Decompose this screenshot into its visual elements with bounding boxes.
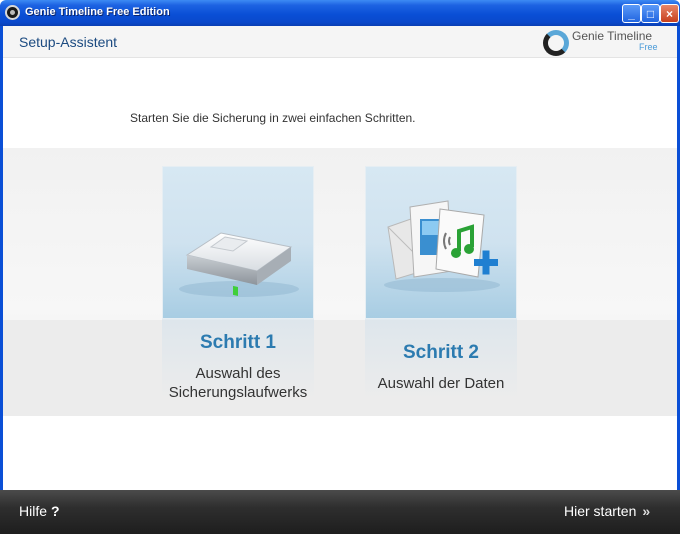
step-2-line-1: Auswahl der Daten xyxy=(377,375,505,392)
close-button[interactable]: × xyxy=(660,4,679,23)
step-1-line-2: Sicherungslaufwerks xyxy=(168,384,308,401)
wizard-header: Setup-Assistent Genie Timeline Free xyxy=(3,26,677,58)
genie-logo-icon xyxy=(543,30,569,56)
app-icon[interactable] xyxy=(5,5,20,20)
maximize-button[interactable]: □ xyxy=(641,4,660,23)
start-button[interactable]: Hier starten » xyxy=(564,503,650,519)
page-title: Setup-Assistent xyxy=(19,34,118,50)
step-2-card[interactable]: Schritt 2 Auswahl der Daten xyxy=(365,166,517,399)
window-title-bar[interactable]: Genie Timeline Free Edition _ □ × xyxy=(0,0,680,26)
data-files-icon xyxy=(384,200,500,292)
step-1-description: Auswahl des Sicherungslaufwerks xyxy=(132,364,344,402)
step-1-title[interactable]: Schritt 1 xyxy=(162,332,314,354)
wizard-footer: Hilfe? Hier starten » xyxy=(0,490,680,534)
window-title: Genie Timeline Free Edition xyxy=(25,6,170,18)
step-1-image[interactable] xyxy=(162,166,314,319)
step-1-card[interactable]: Schritt 1 Auswahl des Sicherungslaufwerk… xyxy=(162,166,314,401)
step-2-description: Auswahl der Daten xyxy=(335,374,547,393)
start-label: Hier starten xyxy=(564,503,637,519)
step-2-image[interactable] xyxy=(365,166,517,319)
minimize-button[interactable]: _ xyxy=(622,4,641,23)
logo-edition: Free xyxy=(639,42,658,52)
step-1-line-1: Auswahl des xyxy=(195,365,281,382)
double-chevron-right-icon: » xyxy=(642,503,651,519)
help-question-icon: ? xyxy=(51,503,60,519)
help-button[interactable]: Hilfe? xyxy=(19,503,60,519)
intro-text: Starten Sie die Sicherung in zwei einfac… xyxy=(130,111,416,125)
step-2-title[interactable]: Schritt 2 xyxy=(365,342,517,364)
hard-drive-icon xyxy=(179,232,299,297)
help-label: Hilfe xyxy=(19,503,48,519)
logo-name: Genie Timeline xyxy=(572,29,653,43)
